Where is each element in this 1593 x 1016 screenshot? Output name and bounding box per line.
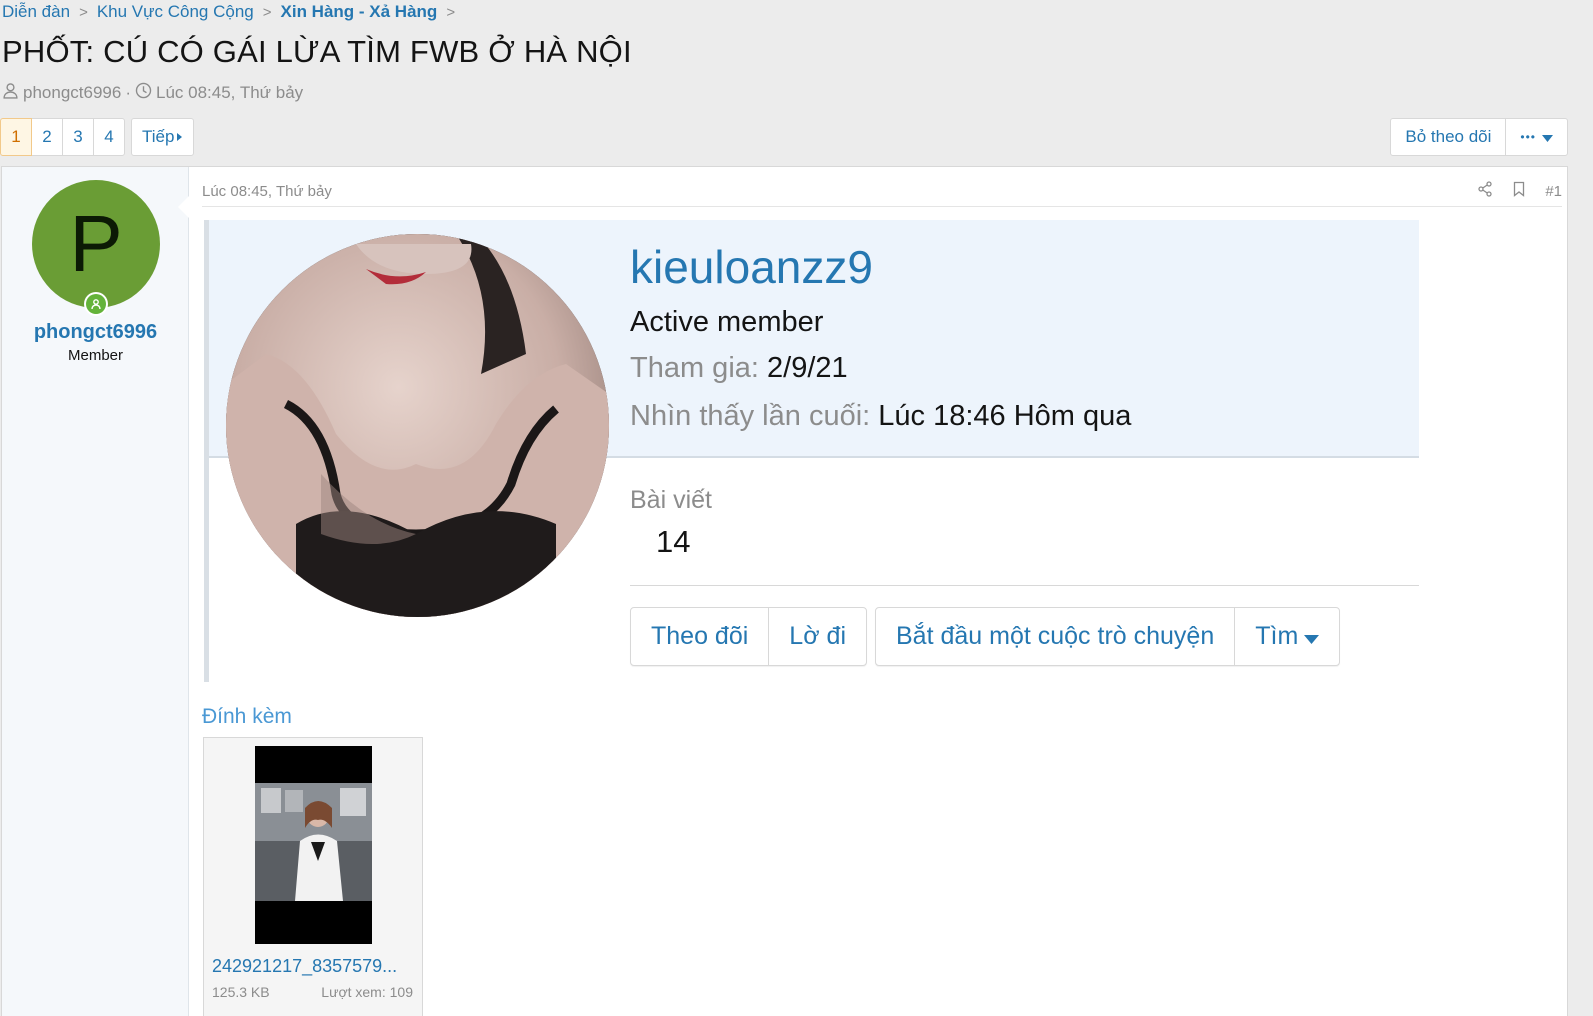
post-user-column: P phongct6996 Member	[2, 167, 189, 1016]
breadcrumb-item-buy-sell[interactable]: Xin Hàng - Xả Hàng	[281, 2, 438, 22]
next-page-label: Tiếp	[142, 127, 175, 146]
find-button[interactable]: Tìm	[1234, 608, 1339, 665]
page-title: PHỐT: CÚ CÓ GÁI LỪA TÌM FWB Ở HÀ NỘI	[2, 34, 632, 69]
attachment-item[interactable]: 242921217_8357579... 125.3 KB Lượt xem: …	[203, 737, 423, 1016]
joined-label: Tham gia:	[630, 352, 759, 384]
meta-separator: ·	[125, 83, 131, 102]
last-seen-label: Nhìn thấy lần cuối:	[630, 400, 871, 432]
ignore-button[interactable]: Lờ đi	[768, 608, 866, 665]
thread-author-link[interactable]: phongct6996	[23, 83, 121, 103]
attachment-views: Lượt xem: 109	[321, 984, 413, 1000]
attachment-name-link[interactable]: 242921217_8357579...	[212, 956, 417, 977]
attachment-thumbnail[interactable]	[255, 746, 372, 944]
find-label: Tìm	[1255, 622, 1299, 650]
page-4-button[interactable]: 4	[93, 118, 125, 156]
attachment-size: 125.3 KB	[212, 984, 270, 1000]
unwatch-button[interactable]: Bỏ theo dõi	[1390, 118, 1507, 156]
joined-value: 2/9/21	[767, 352, 848, 384]
avatar-initial: P	[69, 199, 123, 288]
chevron-right-icon: >	[79, 3, 88, 21]
caret-down-icon	[1542, 127, 1553, 147]
conversation-find-group: Bắt đầu một cuộc trò chuyện Tìm	[875, 607, 1341, 666]
post-author-title: Member	[67, 347, 123, 364]
member-card: kieuloanzz9 Active member Tham gia: 2/9/…	[204, 220, 1419, 683]
chevron-right-icon: >	[262, 3, 272, 21]
member-card-divider	[630, 585, 1419, 586]
pagination: 1 2 3 4 Tiếp	[0, 118, 195, 156]
attachments-title: Đính kèm	[202, 705, 292, 728]
more-options-button[interactable]: •••	[1505, 118, 1568, 156]
breadcrumb-item-forums[interactable]: Diễn đàn	[2, 2, 70, 22]
chevron-right-icon: >	[446, 3, 456, 21]
member-card-actions: Theo đõi Lờ đi Bắt đầu một cuộc trò chuy…	[630, 607, 1341, 666]
next-page-button[interactable]: Tiếp	[131, 118, 195, 156]
post-number-link[interactable]: #1	[1545, 183, 1562, 200]
more-dots-label: •••	[1520, 130, 1536, 144]
last-seen-value: Lúc 18:46 Hôm qua	[878, 400, 1132, 432]
page-3-button[interactable]: 3	[62, 118, 94, 156]
post: P phongct6996 Member Lúc 08:45, Thứ bảy …	[1, 166, 1568, 1016]
member-last-seen: Nhìn thấy lần cuối: Lúc 18:46 Hôm qua	[630, 400, 1131, 433]
post-date-link[interactable]: Lúc 08:45, Thứ bảy	[202, 183, 332, 200]
caret-down-icon	[1304, 622, 1320, 651]
posts-stat-label: Bài viết	[630, 486, 712, 514]
member-joined: Tham gia: 2/9/21	[630, 352, 848, 385]
follow-button[interactable]: Theo đõi	[631, 608, 768, 665]
thread-time-link[interactable]: Lúc 08:45, Thứ bảy	[156, 83, 303, 103]
caret-right-icon	[177, 127, 183, 147]
page-2-button[interactable]: 2	[31, 118, 63, 156]
avatar[interactable]: P	[32, 180, 160, 308]
user-icon	[2, 82, 19, 104]
posts-stat-value: 14	[656, 524, 691, 559]
bookmark-icon[interactable]	[1511, 181, 1527, 201]
member-name-link[interactable]: kieuloanzz9	[630, 240, 873, 294]
online-status-icon	[84, 292, 108, 316]
clock-icon	[135, 82, 152, 104]
start-conversation-button[interactable]: Bắt đầu một cuộc trò chuyện	[876, 608, 1234, 665]
breadcrumb: Diễn đàn > Khu Vực Công Cộng > Xin Hàng …	[2, 0, 464, 24]
share-icon[interactable]	[1477, 181, 1493, 201]
thread-actions: Bỏ theo dõi •••	[1390, 118, 1568, 156]
follow-ignore-group: Theo đõi Lờ đi	[630, 607, 867, 666]
post-header: Lúc 08:45, Thứ bảy #1	[202, 181, 1562, 207]
member-avatar-image[interactable]	[226, 234, 609, 617]
member-role: Active member	[630, 306, 824, 338]
thread-meta: phongct6996 · Lúc 08:45, Thứ bảy	[2, 82, 303, 104]
breadcrumb-item-public-area[interactable]: Khu Vực Công Cộng	[97, 2, 254, 22]
post-tools: #1	[1477, 181, 1562, 201]
page-1-button[interactable]: 1	[0, 118, 32, 156]
post-arrow	[178, 195, 190, 219]
post-author-username[interactable]: phongct6996	[2, 321, 189, 344]
